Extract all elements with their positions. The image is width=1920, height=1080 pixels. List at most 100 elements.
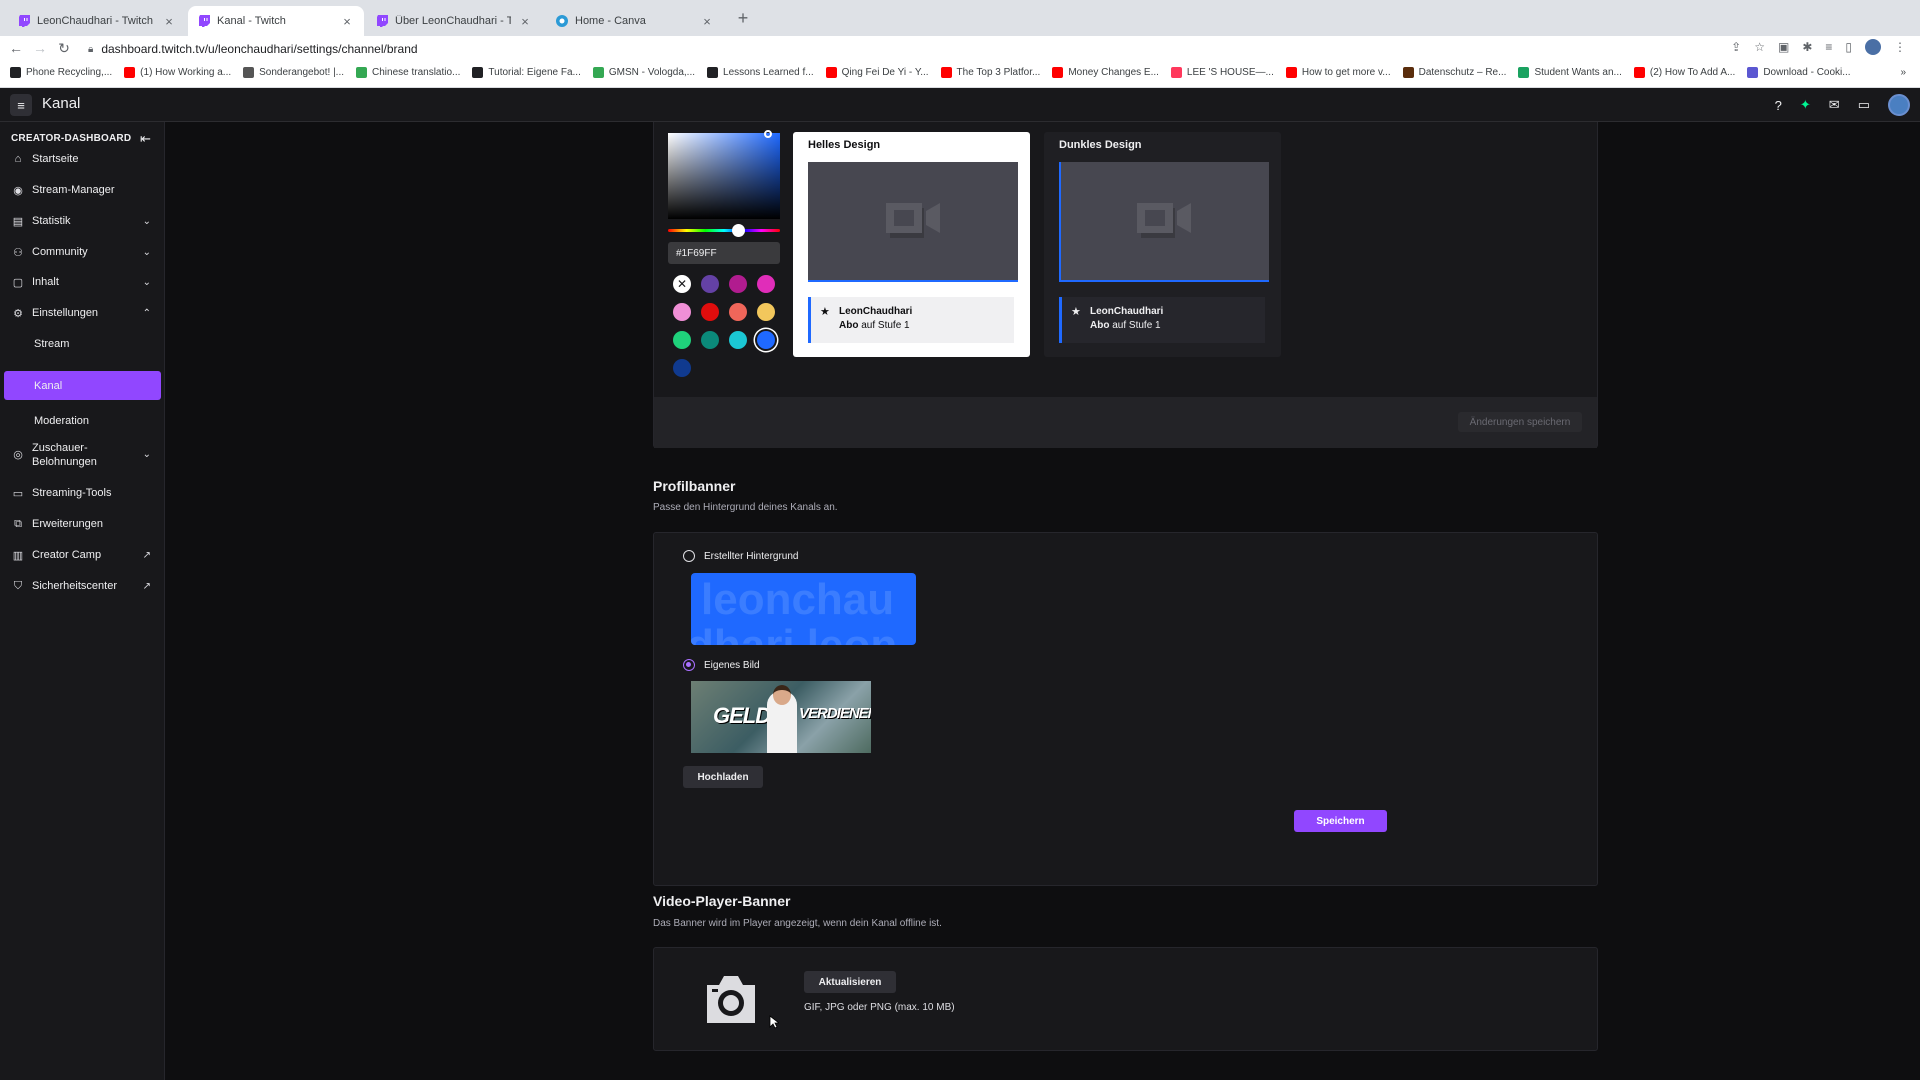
- broadcast-icon: ◉: [13, 184, 23, 197]
- playlist-icon[interactable]: ≡: [1825, 40, 1832, 54]
- chevron-down-icon: ⌄: [142, 246, 151, 258]
- browser-tab-active[interactable]: Kanal - Twitch ×: [188, 6, 364, 36]
- close-icon[interactable]: ×: [340, 14, 354, 29]
- sidebar-item-stream[interactable]: Stream: [4, 334, 161, 354]
- clear-color-swatch[interactable]: ✕: [673, 275, 691, 293]
- bookmark-item[interactable]: LEE 'S HOUSE—...: [1170, 66, 1274, 78]
- hue-slider[interactable]: [668, 224, 780, 237]
- bookmark-item[interactable]: (1) How Working a...: [124, 66, 231, 78]
- bookmark-item[interactable]: Qing Fei De Yi - Y...: [825, 66, 929, 78]
- sidebar-item-stream-manager[interactable]: ◉ Stream-Manager: [4, 180, 161, 200]
- bookmark-item[interactable]: The Top 3 Platfor...: [940, 66, 1040, 78]
- star-icon[interactable]: ☆: [1754, 40, 1765, 54]
- twitch-icon: [376, 15, 388, 27]
- sidebar: CREATOR-DASHBOARD ⇤ ⌂ Startseite ◉ Stream-…: [0, 122, 165, 1080]
- sidebar-item-startseite[interactable]: ⌂ Startseite: [4, 149, 161, 169]
- color-swatch[interactable]: [757, 331, 775, 349]
- custom-banner-image: GELD VERDIENEN: [691, 681, 871, 753]
- extension-icon[interactable]: ▣: [1778, 40, 1789, 54]
- close-icon[interactable]: ×: [700, 14, 714, 29]
- address-bar[interactable]: 🔒︎ dashboard.twitch.tv/u/leonchaudhari/s…: [88, 38, 1728, 60]
- bookmark-item[interactable]: Chinese translatio...: [356, 66, 460, 78]
- accent-color-panel: #1F69FF ✕ Helles Design ★ LeonChaudhari …: [653, 122, 1598, 448]
- collapse-icon[interactable]: ⇤: [140, 131, 151, 147]
- color-swatch[interactable]: [701, 303, 719, 321]
- upload-button[interactable]: Hochladen: [683, 766, 763, 788]
- color-swatch[interactable]: [701, 331, 719, 349]
- help-icon[interactable]: ?: [1775, 98, 1782, 113]
- color-swatch[interactable]: [701, 275, 719, 293]
- sidebar-item-einstellungen[interactable]: ⚙ Einstellungen ⌃: [4, 303, 161, 323]
- bookmark-item[interactable]: Student Wants an...: [1518, 66, 1622, 78]
- close-icon[interactable]: ×: [162, 14, 176, 29]
- color-swatch[interactable]: [729, 303, 747, 321]
- menu-icon[interactable]: ≡: [10, 94, 32, 116]
- save-button[interactable]: Speichern: [1294, 810, 1387, 832]
- sidebar-item-creator-camp[interactable]: ▥ Creator Camp ↗: [4, 545, 161, 565]
- more-icon[interactable]: ⋮: [1894, 40, 1906, 54]
- bookmark-item[interactable]: GMSN - Vologda,...: [592, 66, 695, 78]
- browser-tab[interactable]: Home - Canva ×: [546, 6, 724, 36]
- new-tab-icon[interactable]: +: [733, 8, 753, 29]
- dark-design-preview: Dunkles Design ★ LeonChaudhari Abo auf S…: [1044, 132, 1281, 357]
- mail-icon[interactable]: ✉: [1829, 97, 1840, 113]
- bookmark-item[interactable]: Tutorial: Eigene Fa...: [472, 66, 581, 78]
- color-swatch[interactable]: [673, 359, 691, 377]
- browser-tab[interactable]: LeonChaudhari - Twitch ×: [8, 6, 186, 36]
- tab-title: Kanal - Twitch: [217, 15, 286, 27]
- profile-avatar[interactable]: [1865, 39, 1881, 55]
- sidebar-item-inhalt[interactable]: ▢ Inhalt ⌄: [4, 272, 161, 292]
- puzzle-icon[interactable]: ✱: [1802, 40, 1812, 54]
- topbar-actions: ? ✦ ✉ ▭: [1775, 94, 1910, 116]
- sub-label-rest: auf Stufe 1: [861, 320, 910, 331]
- sidebar-item-kanal[interactable]: Kanal: [4, 371, 161, 400]
- bookmark-item[interactable]: (2) How To Add A...: [1633, 66, 1735, 78]
- video-camera-icon: [1137, 203, 1191, 238]
- color-saturation-box[interactable]: [668, 130, 780, 219]
- chat-icon[interactable]: ▭: [1858, 97, 1870, 113]
- bookmark-item[interactable]: Money Changes E...: [1052, 66, 1159, 78]
- hue-handle[interactable]: [732, 224, 745, 237]
- generated-background-preview[interactable]: leonchau dhari leon: [691, 573, 916, 645]
- bookmark-item[interactable]: Lessons Learned f...: [707, 66, 814, 78]
- color-swatch[interactable]: [673, 303, 691, 321]
- share-icon[interactable]: ⇪: [1731, 40, 1741, 54]
- user-avatar[interactable]: [1888, 94, 1910, 116]
- browser-tab[interactable]: Über LeonChaudhari - Twitch ×: [366, 6, 542, 36]
- sparkle-icon[interactable]: ✦: [1800, 97, 1811, 113]
- color-swatch[interactable]: [729, 275, 747, 293]
- bookmark-item[interactable]: Phone Recycling,...: [10, 66, 112, 78]
- save-changes-button[interactable]: Änderungen speichern: [1458, 412, 1582, 432]
- saturation-handle[interactable]: [764, 130, 772, 138]
- sidebar-item-erweiterungen[interactable]: ⧉ Erweiterungen: [4, 514, 161, 534]
- reload-icon[interactable]: ↻: [54, 38, 74, 58]
- sidebar-item-streaming-tools[interactable]: ▭ Streaming-Tools: [4, 483, 161, 503]
- bookmark-item[interactable]: How to get more v...: [1285, 66, 1391, 78]
- forward-icon[interactable]: →: [30, 38, 50, 58]
- sidepanel-icon[interactable]: ▯: [1845, 40, 1852, 54]
- bookmark-item[interactable]: Download - Cooki...: [1747, 66, 1851, 78]
- color-swatch[interactable]: [729, 331, 747, 349]
- sidebar-item-moderation[interactable]: Moderation: [4, 411, 161, 431]
- sidebar-item-community[interactable]: ⚇ Community ⌄: [4, 242, 161, 262]
- bookmark-label: Money Changes E...: [1068, 66, 1159, 78]
- external-link-icon: ↗: [142, 580, 151, 592]
- sidebar-item-zuschauer-belohnungen[interactable]: ◎ Zuschauer- Belohnungen ⌄: [4, 438, 161, 472]
- radio-custom-image[interactable]: [683, 659, 695, 671]
- sidebar-item-statistik[interactable]: ▤ Statistik ⌄: [4, 211, 161, 231]
- video-banner-description: Das Banner wird im Player angezeigt, wen…: [653, 918, 942, 929]
- color-swatch[interactable]: [673, 331, 691, 349]
- color-swatch[interactable]: [757, 275, 775, 293]
- banner-text: GELD: [713, 703, 771, 728]
- back-icon[interactable]: ←: [6, 38, 26, 58]
- bookmark-item[interactable]: Datenschutz – Re...: [1402, 66, 1506, 78]
- radio-generated-background[interactable]: [683, 550, 695, 562]
- camera-icon: [707, 976, 755, 1023]
- color-swatch[interactable]: [757, 303, 775, 321]
- sidebar-item-sicherheitscenter[interactable]: ⛉ Sicherheitscenter ↗: [4, 576, 161, 596]
- hex-input[interactable]: #1F69FF: [668, 242, 780, 264]
- bookmark-item[interactable]: Sonderangebot! |...: [243, 66, 344, 78]
- update-button[interactable]: Aktualisieren: [804, 971, 896, 993]
- close-icon[interactable]: ×: [518, 14, 532, 29]
- bookmarks-overflow-icon[interactable]: »: [1900, 67, 1920, 78]
